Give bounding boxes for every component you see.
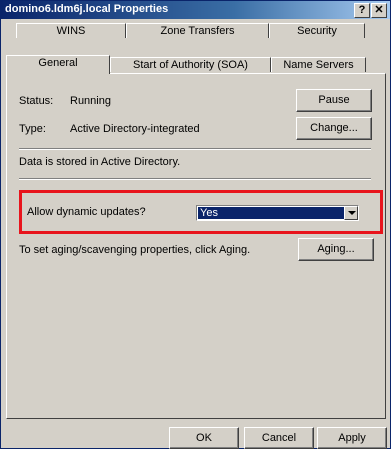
ok-button[interactable]: OK (169, 427, 239, 449)
pause-button[interactable]: Pause (296, 89, 372, 112)
change-button[interactable]: Change... (296, 117, 372, 140)
stored-in-ad-text: Data is stored in Active Directory. (19, 156, 181, 168)
type-label: Type: (19, 123, 46, 135)
cancel-button[interactable]: Cancel (244, 427, 314, 449)
tab-name-servers[interactable]: Name Servers (271, 57, 366, 72)
aging-button[interactable]: Aging... (298, 238, 374, 261)
title-bar[interactable]: domino6.ldm6j.local Properties ? ✕ (1, 1, 390, 19)
separator (19, 178, 371, 180)
separator (19, 148, 371, 150)
tab-security[interactable]: Security (269, 23, 365, 38)
chevron-down-icon[interactable] (344, 206, 358, 220)
window-title: domino6.ldm6j.local Properties (5, 3, 169, 15)
aging-text: To set aging/scavenging properties, clic… (19, 244, 251, 256)
dynamic-updates-label: Allow dynamic updates? (27, 206, 146, 218)
status-label: Status: (19, 95, 54, 107)
tab-start-of-authority[interactable]: Start of Authority (SOA) (110, 57, 271, 72)
apply-button[interactable]: Apply (317, 427, 387, 449)
help-button[interactable]: ? (354, 3, 370, 18)
dynamic-updates-value: Yes (198, 207, 344, 219)
tab-general[interactable]: General (6, 55, 110, 74)
close-button[interactable]: ✕ (371, 3, 387, 18)
dynamic-updates-select[interactable]: Yes (196, 205, 359, 221)
type-value: Active Directory-integrated (70, 123, 200, 135)
properties-window: domino6.ldm6j.local Properties ? ✕ WINS … (0, 0, 391, 449)
tab-zone-transfers[interactable]: Zone Transfers (126, 23, 269, 38)
tab-wins[interactable]: WINS (16, 23, 126, 38)
status-value: Running (70, 95, 111, 107)
